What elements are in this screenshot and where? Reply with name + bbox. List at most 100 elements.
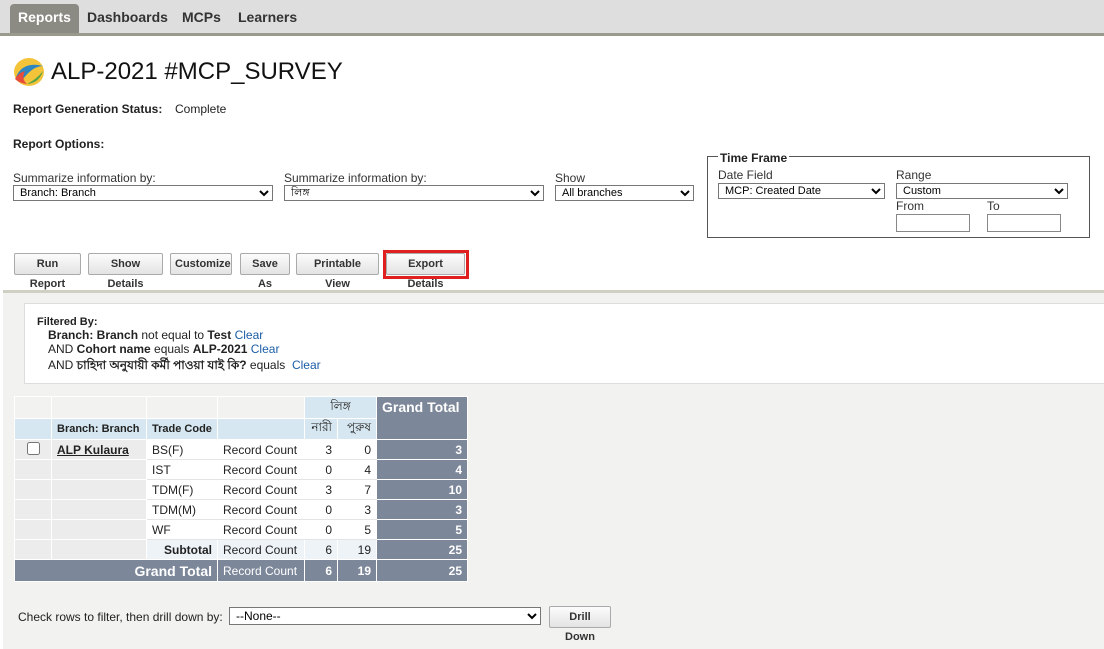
nari-cell: 0 (304, 499, 338, 520)
trade-cell: TDM(M) (146, 499, 218, 520)
to-label: To (987, 199, 1000, 213)
filter1-clear-link[interactable]: Clear (235, 328, 264, 342)
subtotal-label: Subtotal (146, 539, 218, 560)
status-value: Complete (175, 102, 227, 116)
purush-cell: 4 (337, 459, 377, 480)
total-cell: 3 (376, 439, 468, 460)
from-label: From (896, 199, 924, 213)
branch-link[interactable]: ALP Kulaura (57, 443, 129, 457)
nari-cell: 0 (304, 519, 338, 540)
subtotal-total: 25 (376, 539, 468, 560)
printable-view-button[interactable]: Printable View (296, 253, 379, 290)
summarize2-select[interactable]: লিঙ্গ (284, 185, 544, 201)
purush-cell: 5 (337, 519, 377, 540)
filter2-field: Cohort name (76, 342, 151, 356)
filter3-prefix: AND (48, 358, 77, 372)
filter2-value: ALP-2021 (192, 342, 248, 356)
table-row: IST Record Count 0 4 4 (14, 459, 468, 480)
col-trade-header: Trade Code (146, 418, 218, 440)
trade-cell: BS(F) (146, 439, 218, 460)
total-cell: 5 (376, 519, 468, 540)
table-row: WF Record Count 0 5 5 (14, 519, 468, 540)
summarize2-label: Summarize information by: (284, 171, 427, 185)
filter-title: Filtered By: (37, 316, 98, 328)
group-header-linga: লিঙ্গ (304, 396, 377, 419)
tab-dashboards[interactable]: Dashboards (79, 4, 176, 33)
date-field-select[interactable]: MCP: Created Date (718, 183, 885, 199)
trade-cell: TDM(F) (146, 479, 218, 500)
filter3-field: চাহিদা অনুযায়ী কর্মী পাওয়া যাই কি? (76, 358, 247, 372)
grand-nari: 6 (304, 559, 338, 582)
row-checkbox[interactable] (26, 441, 40, 455)
summarize1-select[interactable]: Branch: Branch (13, 185, 273, 201)
report-logo-icon (14, 58, 44, 86)
col-nari-header: নারী (304, 418, 338, 440)
range-select[interactable]: Custom (896, 183, 1068, 199)
trade-cell: IST (146, 459, 218, 480)
measure-cell: Record Count (217, 559, 305, 582)
filter-line-branch: Branch: Branch not equal to Test Clear (48, 328, 263, 342)
filter-line-cohort: AND Cohort name equals ALP-2021 Clear (48, 342, 279, 356)
grand-total-header: Grand Total (376, 396, 468, 440)
show-select[interactable]: All branches (555, 185, 694, 201)
customize-button[interactable]: Customize (170, 253, 232, 275)
filter-box: Filtered By: Branch: Branch not equal to… (24, 303, 1104, 384)
summary-report-table: লিঙ্গ Grand Total Branch: Branch Trade C… (14, 396, 468, 582)
table-row: ALP Kulaura BS(F) Record Count 3 0 3 (14, 439, 468, 460)
measure-cell: Record Count (217, 539, 305, 560)
time-frame-box: Time Frame Date Field MCP: Created Date … (707, 151, 1090, 238)
top-navigation: Reports Dashboards MCPs Learners (0, 0, 1104, 36)
trade-cell: WF (146, 519, 218, 540)
total-cell: 10 (376, 479, 468, 500)
nari-cell: 0 (304, 459, 338, 480)
date-field-label: Date Field (718, 168, 773, 182)
grand-total-value: 25 (376, 559, 468, 582)
export-details-highlight (383, 250, 469, 279)
table-row: TDM(F) Record Count 3 7 10 (14, 479, 468, 500)
drill-down-select[interactable]: --None-- (229, 607, 541, 625)
drill-down-button[interactable]: Drill Down (549, 606, 611, 643)
col-branch-header: Branch: Branch (51, 418, 147, 440)
show-label: Show (555, 171, 586, 185)
to-date-input[interactable] (987, 214, 1061, 232)
tab-reports[interactable]: Reports (10, 4, 79, 33)
filter3-operator: equals (246, 358, 286, 372)
table-row: TDM(M) Record Count 0 3 3 (14, 499, 468, 520)
measure-cell: Record Count (217, 479, 305, 500)
time-frame-legend: Time Frame (718, 151, 790, 165)
purush-cell: 0 (337, 439, 377, 460)
run-report-button[interactable]: Run Report (14, 253, 81, 290)
filter2-clear-link[interactable]: Clear (251, 342, 280, 356)
filter1-operator: not equal to (138, 328, 208, 342)
subtotal-purush: 19 (337, 539, 377, 560)
nari-cell: 3 (304, 439, 338, 460)
save-as-button[interactable]: Save As (240, 253, 290, 290)
range-label: Range (896, 168, 932, 182)
measure-cell: Record Count (217, 499, 305, 520)
filter1-value: Test (207, 328, 232, 342)
drill-down-label: Check rows to filter, then drill down by… (18, 610, 223, 624)
report-options-label: Report Options: (13, 137, 105, 151)
nari-cell: 3 (304, 479, 338, 500)
filter-line-demand: AND চাহিদা অনুযায়ী কর্মী পাওয়া যাই কি?… (48, 357, 321, 377)
tab-mcps[interactable]: MCPs (174, 4, 229, 33)
tab-learners[interactable]: Learners (230, 4, 305, 33)
show-details-button[interactable]: Show Details (88, 253, 163, 290)
grand-total-label: Grand Total (14, 559, 218, 582)
grand-total-row: Grand Total Record Count 6 19 25 (14, 559, 468, 582)
subtotal-nari: 6 (304, 539, 338, 560)
total-cell: 4 (376, 459, 468, 480)
filter2-operator: equals (150, 342, 193, 356)
col-purush-header: পুরুষ (337, 418, 377, 440)
purush-cell: 7 (337, 479, 377, 500)
filter2-prefix: AND (48, 342, 77, 356)
filter3-clear-link[interactable]: Clear (292, 358, 321, 372)
subtotal-row: Subtotal Record Count 6 19 25 (14, 539, 468, 560)
filter1-field: Branch: Branch (48, 328, 139, 342)
measure-cell: Record Count (217, 519, 305, 540)
total-cell: 3 (376, 499, 468, 520)
measure-cell: Record Count (217, 459, 305, 480)
summarize1-label: Summarize information by: (13, 171, 156, 185)
measure-cell: Record Count (217, 439, 305, 460)
from-date-input[interactable] (896, 214, 970, 232)
